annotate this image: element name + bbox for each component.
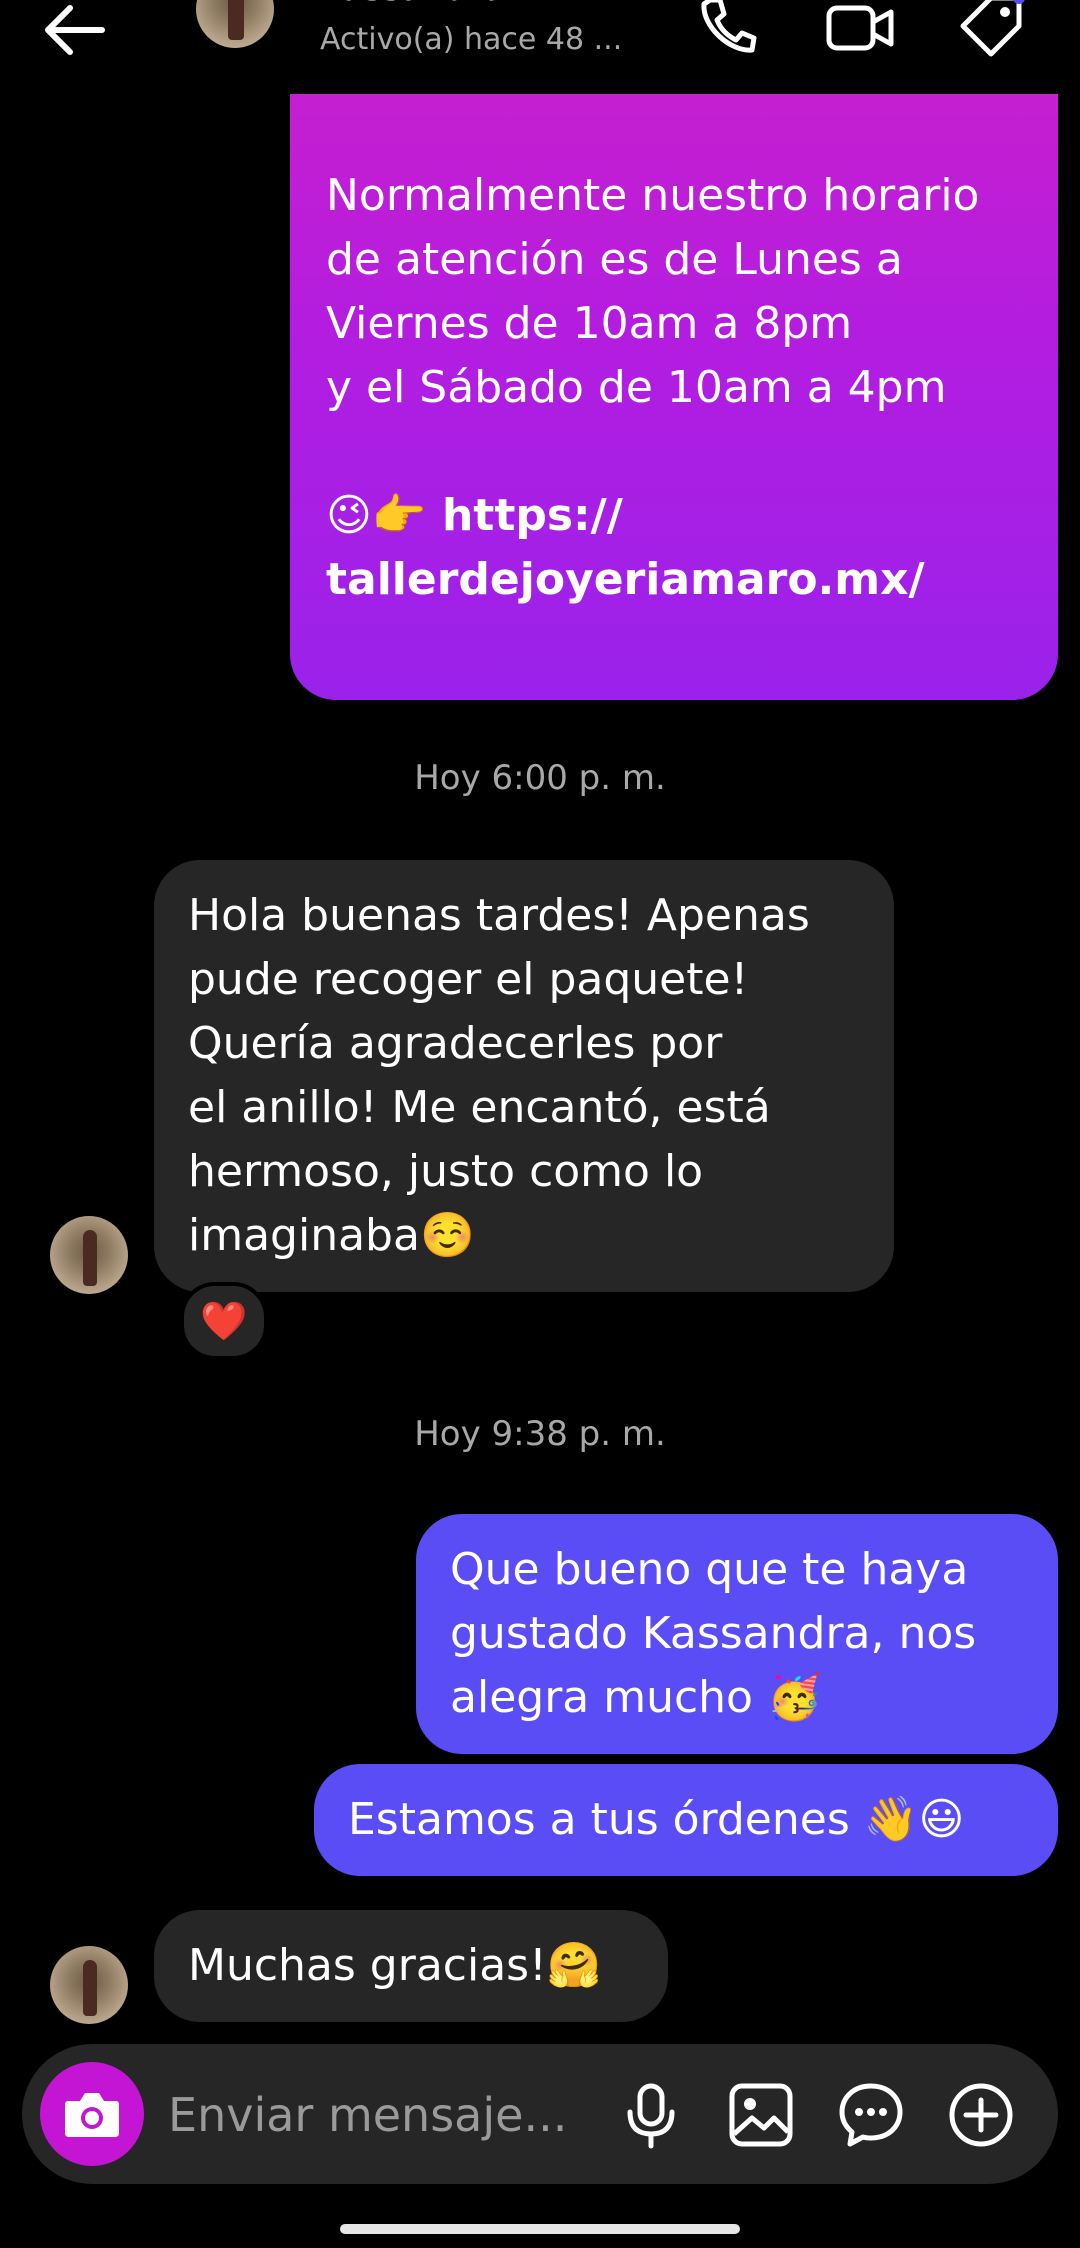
home-indicator[interactable] (340, 2224, 740, 2234)
message-line: Hola buenas tardes! Apenas (188, 890, 810, 941)
emoji: 😉👉 (326, 490, 427, 541)
avatar[interactable] (196, 0, 274, 48)
message-line: Que bueno que te haya (450, 1544, 969, 1595)
message-line: Quería agradecerles por (188, 1018, 723, 1069)
back-arrow-icon[interactable] (40, 0, 110, 60)
message-text: Estamos a tus órdenes 👋😃 (348, 1794, 965, 1845)
website-link[interactable]: 😉👉 https:// (326, 484, 1022, 548)
message-line: Viernes de 10am a 8pm (326, 298, 853, 349)
contact-status: Activo(a) hace 48 ... (320, 22, 623, 57)
message-line: hermoso, justo como lo (188, 1146, 704, 1197)
chat-bubble-icon[interactable] (836, 2080, 906, 2150)
outgoing-message[interactable]: Que bueno que te haya gustado Kassandra,… (416, 1514, 1058, 1754)
contact-name[interactable]: kassandra (320, 0, 506, 8)
message-line: alegra mucho 🥳 (450, 1672, 822, 1723)
message-input[interactable] (166, 2074, 590, 2156)
message-line: el anillo! Me encantó, está (188, 1082, 771, 1133)
phone-icon[interactable] (690, 0, 762, 62)
timestamp: Hoy 6:00 p. m. (414, 758, 666, 798)
camera-button[interactable] (40, 2062, 144, 2166)
message-composer (22, 2044, 1058, 2184)
message-line: Normalmente nuestro horario (326, 170, 980, 221)
sender-avatar[interactable] (50, 1946, 128, 2024)
microphone-icon[interactable] (616, 2080, 686, 2150)
camera-icon (65, 2093, 119, 2137)
incoming-message[interactable]: Muchas gracias!🤗 (154, 1910, 668, 2022)
heart-reaction[interactable]: ❤️ (180, 1282, 268, 1360)
message-line: imaginaba☺️ (188, 1210, 475, 1261)
sender-avatar[interactable] (50, 1216, 128, 1294)
plus-circle-icon[interactable] (946, 2080, 1016, 2150)
message-line: de atención es de Lunes a (326, 234, 903, 285)
gallery-icon[interactable] (726, 2080, 796, 2150)
website-link-continued[interactable]: tallerdejoyeriamaro.mx/ (326, 548, 1022, 612)
outgoing-message-business-hours[interactable]: Normalmente nuestro horario de atención … (290, 94, 1058, 700)
incoming-message[interactable]: Hola buenas tardes! Apenas pude recoger … (154, 860, 894, 1292)
link-text: https:// (441, 490, 623, 541)
chat-screen: kassandra Activo(a) hace 48 ... Normalme… (0, 0, 1080, 2248)
message-line: y el Sábado de 10am a 4pm (326, 362, 947, 413)
message-text: Muchas gracias!🤗 (188, 1940, 602, 1991)
chat-header: kassandra Activo(a) hace 48 ... (0, 0, 1080, 90)
message-line: pude recoger el paquete! (188, 954, 749, 1005)
message-line: gustado Kassandra, nos (450, 1608, 977, 1659)
video-camera-icon[interactable] (825, 0, 897, 62)
timestamp: Hoy 9:38 p. m. (414, 1414, 666, 1454)
tag-icon[interactable] (955, 0, 1027, 62)
outgoing-message[interactable]: Estamos a tus órdenes 👋😃 (314, 1764, 1058, 1876)
